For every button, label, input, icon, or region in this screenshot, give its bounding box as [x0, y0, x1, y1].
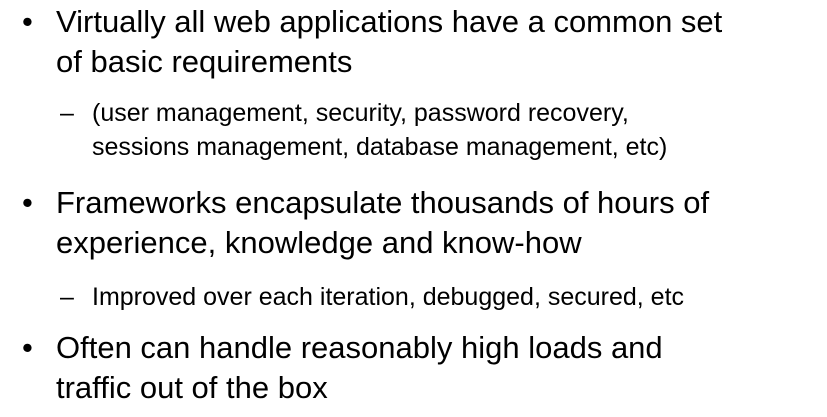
bullet-text-line: of basic requirements [56, 44, 353, 79]
sub-bullet-text-line: (user management, security, password rec… [92, 99, 629, 127]
bullet-marker: • [22, 185, 33, 220]
bullet-marker: • [22, 330, 33, 365]
bullet-text-line: experience, knowledge and know-how [56, 225, 582, 260]
bullet-text-line: Often can handle reasonably high loads a… [56, 330, 663, 365]
sub-bullet-item: – (user management, security, password r… [60, 96, 820, 164]
bullet-item: • Virtually all web applications have a … [22, 2, 822, 82]
bullet-text-line: Frameworks encapsulate thousands of hour… [56, 185, 710, 220]
sub-bullet-item: – Improved over each iteration, debugged… [60, 280, 820, 314]
sub-bullet-marker: – [60, 99, 74, 127]
slide-content: • Virtually all web applications have a … [0, 0, 827, 417]
sub-bullet-marker: – [60, 283, 74, 311]
bullet-marker: • [22, 4, 33, 39]
sub-bullet-text-line: sessions management, database management… [92, 133, 668, 161]
bullet-text-line: Virtually all web applications have a co… [56, 4, 723, 39]
bullet-text-line: traffic out of the box [56, 370, 328, 405]
bullet-item: • Often can handle reasonably high loads… [22, 328, 822, 408]
sub-bullet-text-line: Improved over each iteration, debugged, … [92, 283, 685, 311]
bullet-item: • Frameworks encapsulate thousands of ho… [22, 183, 822, 263]
